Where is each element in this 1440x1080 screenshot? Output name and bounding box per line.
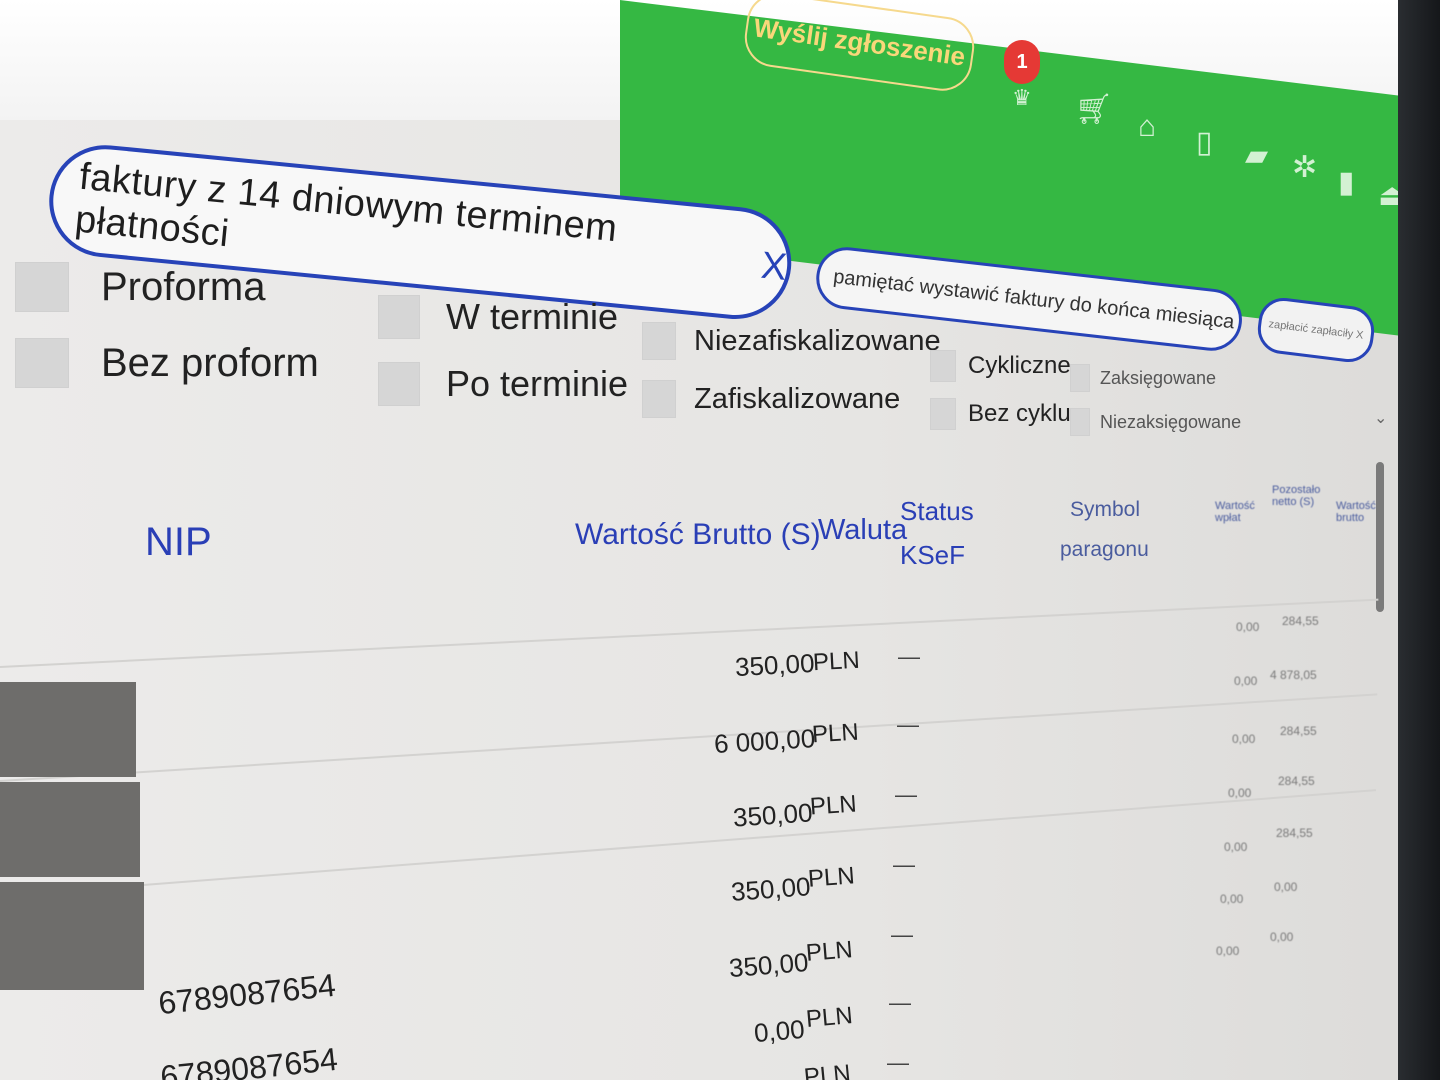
paid-value: 0,00 xyxy=(1220,892,1244,906)
column-header-vat[interactable]: Wartość brutto xyxy=(1336,500,1376,524)
checkbox[interactable] xyxy=(642,380,676,418)
trophy-icon[interactable]: ♛ xyxy=(1012,85,1032,111)
gross-value: 350,00 xyxy=(734,647,816,683)
checkbox[interactable] xyxy=(642,322,676,360)
filter-proforma[interactable]: Proforma xyxy=(15,262,266,312)
filter-label: Niezafiskalizowane xyxy=(694,324,941,357)
filter-label: Proforma xyxy=(101,264,266,309)
column-header-remaining[interactable]: Pozostało netto (S) xyxy=(1272,484,1322,508)
remaining-value: 0,00 xyxy=(1270,930,1294,944)
column-header-currency[interactable]: Waluta xyxy=(818,514,907,547)
paid-value: 0,00 xyxy=(1236,620,1260,634)
row-divider xyxy=(0,789,1377,897)
chevron-down-icon[interactable]: ⌄ xyxy=(1374,408,1387,428)
checkbox[interactable] xyxy=(15,262,69,312)
status-value: — xyxy=(891,922,913,947)
currency-value: PLN xyxy=(804,1002,854,1033)
notification-badge[interactable]: 1 xyxy=(1004,40,1040,84)
status-value: — xyxy=(897,712,919,737)
remaining-value: 4 878,05 xyxy=(1270,668,1317,682)
currency-value: PLN xyxy=(809,790,858,821)
gross-value: 0,00 xyxy=(752,1013,806,1049)
paid-value: 0,00 xyxy=(1232,732,1256,746)
gross-value: 350,00 xyxy=(727,946,810,984)
checkbox[interactable] xyxy=(378,362,420,406)
status-value: — xyxy=(887,1050,909,1075)
filter-no-proforma[interactable]: Bez proform xyxy=(15,338,319,388)
currency-value: PLN xyxy=(804,936,854,967)
status-value: — xyxy=(898,644,920,669)
cart-icon[interactable]: 🛒︎ xyxy=(1075,92,1113,127)
filter-overdue[interactable]: Po terminie xyxy=(378,362,628,406)
paid-value: 0,00 xyxy=(1224,840,1248,854)
top-bar xyxy=(0,0,1410,337)
column-header-symbol[interactable]: Symbol xyxy=(1070,498,1140,522)
column-header-ksef[interactable]: KSeF xyxy=(900,540,965,571)
phone-icon[interactable]: ▯ xyxy=(1196,125,1213,160)
redacted-cell xyxy=(0,682,136,777)
redacted-cell xyxy=(0,782,140,877)
filter-label: Zaksięgowane xyxy=(1100,367,1217,388)
remaining-value: 284,55 xyxy=(1282,614,1319,628)
checkbox[interactable] xyxy=(378,295,420,339)
checkbox[interactable] xyxy=(1070,364,1090,392)
vertical-scrollbar[interactable] xyxy=(1376,462,1384,612)
nip-value: 6789087654 xyxy=(156,966,338,1022)
filter-fiscalized[interactable]: Zafiskalizowane xyxy=(642,380,900,418)
currency-value: PLN xyxy=(811,718,860,749)
remaining-value: 284,55 xyxy=(1280,724,1317,738)
column-header-nip[interactable]: NIP xyxy=(145,520,212,565)
filter-label: Zafiskalizowane xyxy=(694,382,901,415)
screen: Wyślij zgłoszenie 1 ♛ 🛒︎ ⌂ ▯ ▰ ✲ ▮ ⏏ fak… xyxy=(0,0,1440,1080)
filter-on-time[interactable]: W terminie xyxy=(378,295,618,339)
remaining-value: 284,55 xyxy=(1276,826,1313,840)
filter-label: Bez cyklu xyxy=(968,400,1071,427)
filter-no-cycle[interactable]: Bez cyklu xyxy=(930,398,1071,430)
nip-value: 6789087654 xyxy=(158,1040,340,1080)
filter-label: Niezaksięgowane xyxy=(1100,411,1242,432)
checkbox[interactable] xyxy=(930,350,956,382)
currency-value: PLN xyxy=(802,1059,852,1080)
column-header-paid[interactable]: Wartość wpłat xyxy=(1215,500,1265,524)
gear-icon[interactable]: ✲ xyxy=(1292,150,1317,185)
column-header-status[interactable]: Status xyxy=(900,496,974,527)
filter-not-booked[interactable]: Niezaksięgowane xyxy=(1070,408,1241,436)
column-header-receipt[interactable]: paragonu xyxy=(1060,538,1149,562)
filter-label: Bez proform xyxy=(101,340,319,385)
gross-value: 350,00 xyxy=(729,871,812,907)
paid-value: 0,00 xyxy=(1234,674,1258,688)
row-divider xyxy=(0,598,1379,668)
chat-icon[interactable]: ▰ xyxy=(1245,138,1268,173)
status-value: — xyxy=(889,990,911,1015)
remaining-value: 284,55 xyxy=(1278,774,1315,788)
currency-value: PLN xyxy=(807,862,856,893)
status-value: — xyxy=(895,782,917,807)
home-icon[interactable]: ⌂ xyxy=(1138,110,1156,144)
gross-value: 350,00 xyxy=(732,797,814,833)
paid-value: 0,00 xyxy=(1228,786,1252,800)
status-value: — xyxy=(893,852,915,877)
filter-label: Cykliczne xyxy=(968,352,1071,379)
monitor-bezel xyxy=(1398,0,1440,1080)
checkbox[interactable] xyxy=(15,338,69,388)
filter-booked[interactable]: Zaksięgowane xyxy=(1070,364,1216,392)
checkbox[interactable] xyxy=(1070,408,1090,436)
filter-cyclic[interactable]: Cykliczne xyxy=(930,350,1071,382)
filter-not-fiscalized[interactable]: Niezafiskalizowane xyxy=(642,322,941,360)
column-header-gross[interactable]: Wartość Brutto (S) xyxy=(575,518,821,552)
gross-value: 6 000,00 xyxy=(713,723,816,759)
row-divider xyxy=(0,693,1378,782)
filter-label: W terminie xyxy=(446,296,619,337)
redacted-cell xyxy=(0,882,144,990)
bell-icon[interactable]: ▮ xyxy=(1338,165,1355,200)
close-icon[interactable]: X xyxy=(759,244,789,289)
filter-label: Po terminie xyxy=(446,363,629,404)
remaining-value: 0,00 xyxy=(1274,880,1298,894)
currency-value: PLN xyxy=(812,646,861,677)
checkbox[interactable] xyxy=(930,398,956,430)
paid-value: 0,00 xyxy=(1216,944,1240,958)
